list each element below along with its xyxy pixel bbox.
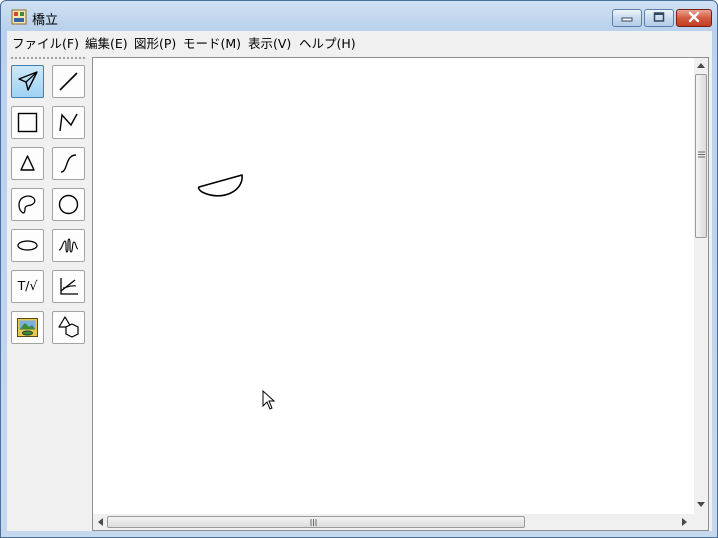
tool-circle[interactable] bbox=[52, 188, 85, 221]
tool-line[interactable] bbox=[52, 65, 85, 98]
drawing-canvas[interactable] bbox=[94, 59, 694, 515]
scroll-grip-icon bbox=[698, 151, 705, 158]
drawing-area-frame bbox=[92, 57, 709, 531]
freeform-icon bbox=[18, 195, 36, 214]
spring-icon bbox=[58, 238, 79, 253]
scroll-down-icon[interactable] bbox=[697, 502, 705, 508]
tool-graph[interactable] bbox=[52, 270, 85, 303]
menu-help[interactable]: ヘルプ(H) bbox=[299, 33, 356, 52]
toolbox: T/√ bbox=[7, 51, 89, 531]
curve-icon bbox=[60, 154, 77, 173]
close-icon bbox=[688, 11, 700, 23]
line-icon bbox=[59, 72, 78, 91]
tool-image[interactable] bbox=[11, 311, 44, 344]
menu-edit[interactable]: 編集(E) bbox=[85, 33, 128, 52]
client-area: ファイル(F) 編集(E) 図形(P) モード(M) 表示(V) ヘルプ(H) bbox=[7, 31, 712, 531]
image-icon bbox=[17, 318, 38, 337]
tool-select[interactable] bbox=[11, 65, 44, 98]
tool-shapes[interactable] bbox=[52, 311, 85, 344]
app-window: 橋立 ファイル(F) 編集(E) 図形(P) モード(M) 表示(V) ヘルプ(… bbox=[0, 0, 718, 538]
menu-file[interactable]: ファイル(F) bbox=[12, 33, 79, 52]
vertical-scroll-thumb[interactable] bbox=[695, 74, 707, 238]
scroll-grip-icon bbox=[310, 519, 317, 526]
tool-rectangle[interactable] bbox=[11, 106, 44, 139]
circle-icon bbox=[58, 194, 79, 215]
scroll-left-icon[interactable] bbox=[97, 518, 103, 526]
minimize-button[interactable] bbox=[612, 9, 642, 27]
menu-mode[interactable]: モード(M) bbox=[183, 33, 241, 52]
triangle-icon bbox=[20, 155, 35, 171]
mouse-cursor-icon bbox=[262, 390, 276, 410]
vertical-scrollbar[interactable] bbox=[694, 58, 708, 514]
tool-triangle[interactable] bbox=[11, 147, 44, 180]
maximize-button[interactable] bbox=[644, 9, 674, 27]
text-formula-icon: T/√ bbox=[17, 278, 38, 293]
toolbox-grip[interactable] bbox=[11, 57, 85, 59]
tool-freeform[interactable] bbox=[11, 188, 44, 221]
menu-bar: ファイル(F) 編集(E) 図形(P) モード(M) 表示(V) ヘルプ(H) bbox=[7, 31, 712, 51]
tool-curve[interactable] bbox=[52, 147, 85, 180]
tool-spring[interactable] bbox=[52, 229, 85, 262]
scroll-right-icon[interactable] bbox=[682, 518, 688, 526]
tool-polyline[interactable] bbox=[52, 106, 85, 139]
minimize-icon bbox=[621, 17, 633, 22]
horizontal-scroll-thumb[interactable] bbox=[107, 516, 525, 528]
horizontal-scrollbar[interactable] bbox=[93, 514, 694, 530]
scrollbar-corner bbox=[694, 514, 708, 530]
close-button[interactable] bbox=[676, 9, 712, 27]
menu-shape[interactable]: 図形(P) bbox=[134, 33, 176, 52]
semicircle-shape[interactable] bbox=[194, 169, 246, 205]
scroll-up-icon[interactable] bbox=[697, 62, 705, 68]
menu-view[interactable]: 表示(V) bbox=[248, 33, 291, 52]
tool-ellipse[interactable] bbox=[11, 229, 44, 262]
title-bar[interactable]: 橋立 bbox=[1, 1, 717, 31]
window-title: 橋立 bbox=[32, 13, 59, 28]
ellipse-icon bbox=[17, 240, 38, 251]
tool-text-formula[interactable]: T/√ bbox=[11, 270, 44, 303]
rectangle-icon bbox=[17, 112, 38, 133]
polyline-icon bbox=[59, 113, 78, 132]
app-logo-icon bbox=[11, 9, 27, 25]
maximize-icon bbox=[653, 12, 665, 22]
graph-icon bbox=[60, 278, 78, 295]
select-arrow-icon bbox=[18, 71, 38, 91]
shapes-icon bbox=[58, 316, 79, 338]
